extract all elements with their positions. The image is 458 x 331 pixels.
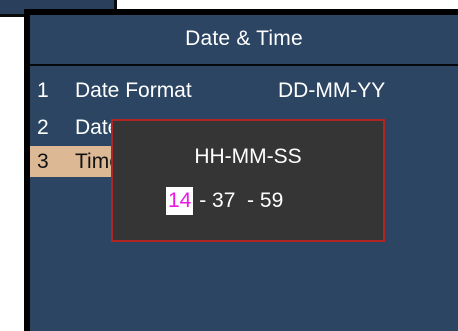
time-setup-dialog: HH-MM-SS 14 - 37 - 59 (111, 119, 385, 242)
title-divider (30, 64, 458, 66)
menu-item-value: DD-MM-YY (278, 79, 386, 102)
second-field[interactable]: 59 (260, 189, 283, 212)
menu-item-date-format[interactable]: 1 Date Format DD-MM-YY (30, 75, 450, 106)
menu-item-label: Date Format (75, 79, 192, 102)
device-screen: Date & Time 1 Date Format DD-MM-YY 2 Dat… (24, 9, 458, 331)
time-entry: 14 - 37 - 59 (166, 187, 283, 215)
menu-item-number: 2 (37, 116, 49, 139)
screen-title: Date & Time (185, 27, 303, 50)
menu-item-number: 1 (37, 79, 49, 102)
minute-field[interactable]: 37 (212, 189, 235, 212)
time-format-label: HH-MM-SS (194, 145, 302, 168)
time-separator: - (235, 189, 260, 212)
menu-item-number: 3 (37, 150, 49, 173)
time-separator: - (193, 189, 213, 212)
hour-field[interactable]: 14 (166, 187, 194, 215)
screen-content: Date & Time 1 Date Format DD-MM-YY 2 Dat… (30, 15, 458, 331)
